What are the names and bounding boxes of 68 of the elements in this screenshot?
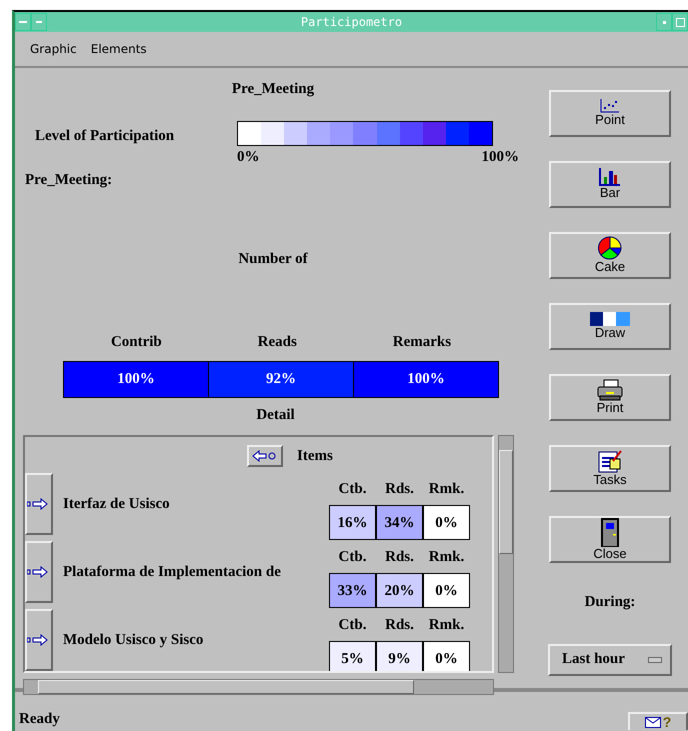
tool-button[interactable]: Print xyxy=(549,374,671,421)
scale-max-label: 100% xyxy=(482,148,519,166)
metric-cell: 0% xyxy=(423,504,470,540)
pie-chart-icon xyxy=(597,236,623,260)
tool-button[interactable]: Cake xyxy=(549,232,671,279)
expand-button[interactable] xyxy=(25,473,53,535)
metric-header: Rmk. xyxy=(428,548,466,568)
legend-label: Level of Participation xyxy=(34,126,176,146)
tool-button[interactable]: Bar xyxy=(549,161,671,208)
horizontal-scrollbar[interactable] xyxy=(23,678,494,694)
help-button[interactable]: ? xyxy=(628,712,688,730)
menu-item[interactable]: Elements xyxy=(84,40,154,58)
scatter-chart-icon xyxy=(600,99,620,114)
column-header: Remarks xyxy=(392,332,452,352)
total-cell: 92% xyxy=(209,362,354,397)
minus-icon xyxy=(19,21,27,23)
column-header: Reads xyxy=(256,332,298,352)
dropdown-indicator-icon xyxy=(648,656,662,662)
minus-icon xyxy=(36,21,42,23)
metric-header: Rds. xyxy=(384,548,415,568)
tool-button[interactable]: Point xyxy=(549,90,671,137)
notepad-icon xyxy=(597,449,623,474)
metric-cell: 16% xyxy=(329,504,376,540)
metric-cell: 0% xyxy=(423,640,470,670)
section-label: Pre_Meeting: xyxy=(24,171,112,190)
menu-item[interactable]: Graphic xyxy=(23,40,84,58)
period-dropdown[interactable]: Last hour xyxy=(548,644,672,676)
tool-button[interactable]: Tasks xyxy=(549,445,671,492)
item-name: Iterfaz de Usisco xyxy=(63,494,171,514)
metric-cell: 20% xyxy=(376,572,423,608)
square-icon xyxy=(676,18,684,26)
metric-header: Rds. xyxy=(384,480,415,500)
metric-header: Ctb. xyxy=(338,548,368,568)
color-swatches-icon xyxy=(590,312,630,326)
metric-header: Rds. xyxy=(384,616,415,636)
tool-button[interactable]: Draw xyxy=(549,303,671,350)
expand-button[interactable] xyxy=(25,541,53,603)
item-name: Modelo Usisco y Sisco xyxy=(63,630,204,650)
detail-label: Detail xyxy=(255,406,296,425)
column-header: Contrib xyxy=(110,332,163,352)
bar-chart-icon xyxy=(599,168,621,186)
printer-icon xyxy=(596,379,624,402)
tool-button[interactable]: Close xyxy=(549,516,671,563)
door-icon xyxy=(601,518,619,547)
metric-header: Ctb. xyxy=(338,480,368,500)
metric-header: Rmk. xyxy=(428,616,466,636)
metric-header: Ctb. xyxy=(338,616,368,636)
metric-cell: 34% xyxy=(376,504,423,540)
meeting-title: Pre_Meeting xyxy=(230,80,316,99)
period-label: During: xyxy=(584,593,636,612)
vertical-scrollbar[interactable] xyxy=(498,434,514,672)
scale-min-label: 0% xyxy=(237,148,260,166)
metric-cell: 0% xyxy=(423,572,470,608)
left-arrow-icon xyxy=(252,450,278,462)
status-text: Ready xyxy=(18,710,60,728)
items-header: Items xyxy=(297,446,333,466)
metric-cell: 9% xyxy=(376,640,423,670)
envelope-icon xyxy=(644,716,661,728)
total-cell: 100% xyxy=(354,362,498,397)
expand-button[interactable] xyxy=(25,609,53,670)
item-name: Plataforma de Implementacion de xyxy=(63,562,282,582)
metric-cell: 33% xyxy=(329,572,376,608)
back-button[interactable] xyxy=(247,444,283,467)
number-label: Number of xyxy=(237,250,309,269)
window-title: Participometro xyxy=(300,14,404,31)
metric-cell: 5% xyxy=(329,640,376,670)
total-cell: 100% xyxy=(64,362,209,397)
metric-header: Rmk. xyxy=(428,480,466,500)
